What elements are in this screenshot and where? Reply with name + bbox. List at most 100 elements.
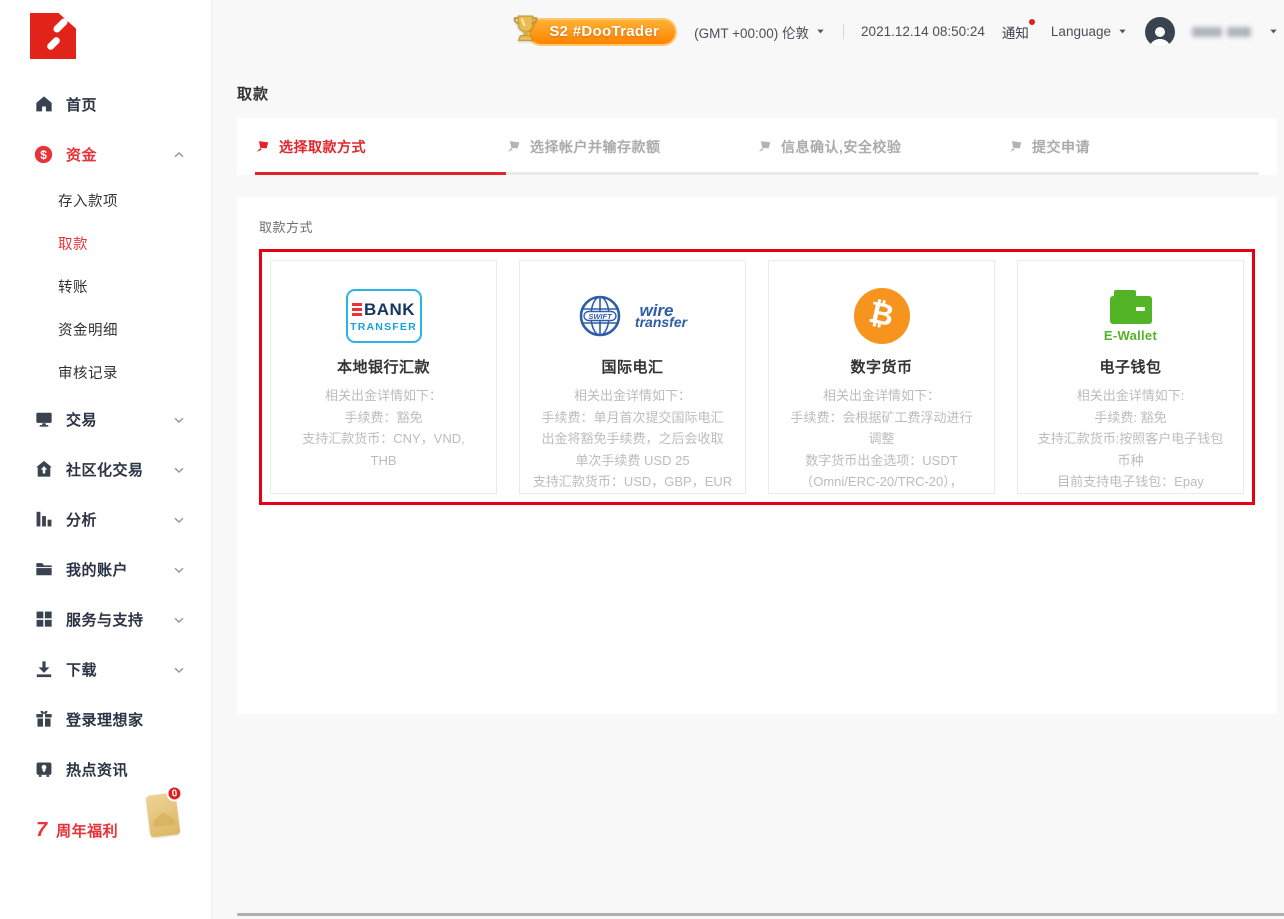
services-icon [34, 610, 53, 629]
sidebar-item-label: 服务与支持 [66, 609, 173, 630]
trade-icon [34, 410, 53, 429]
step-flag-icon [506, 139, 521, 154]
withdrawal-step-4[interactable]: 提交申请 [1008, 118, 1259, 175]
horizontal-scrollbar[interactable] [237, 913, 1284, 916]
timezone-selector[interactable]: (GMT +00:00) 伦敦 [694, 22, 826, 42]
download-icon [34, 660, 53, 679]
sidebar-item-label: 分析 [66, 509, 173, 530]
user-menu-chevron-icon[interactable] [1268, 26, 1279, 37]
sidebar: 首页 $ 资金存入款项取款转账资金明细审核记录交易社区化交易分析我的账户服务与支持下… [0, 0, 212, 919]
highlight-annotation-box: BANK TRANSFER本地银行汇款相关出金详情如下：手续费：豁免支持汇款货币… [259, 249, 1255, 505]
method-logo-area: BANK TRANSFER [271, 277, 496, 355]
transfer-logo-text: TRANSFER [350, 321, 417, 333]
step-flag-icon [255, 139, 270, 154]
sidebar-item-ideal-home-login[interactable]: 登录理想家 [0, 694, 211, 744]
swift-globe-icon: SWIFT [578, 294, 622, 338]
chevron-down-icon [815, 26, 826, 37]
steps-panel: 选择取款方式 选择帐户并输存款额信息确认,安全校验 提交申请 [237, 118, 1277, 175]
method-logo-area: ₿ [769, 277, 994, 355]
sidebar-item-funds[interactable]: $ 资金 [0, 129, 211, 179]
trophy-icon [512, 14, 539, 50]
method-card-local-bank-transfer[interactable]: BANK TRANSFER本地银行汇款相关出金详情如下：手续费：豁免支持汇款货币… [270, 260, 497, 494]
news-icon [34, 760, 53, 779]
bank-bars-icon [352, 303, 362, 316]
sidebar-subitem-label: 取款 [58, 233, 88, 254]
anniversary-label: 周年福利 [56, 820, 118, 841]
methods-panel: 取款方式 BANK TRANSFER本地银行汇款相关出金详情如下：手续费：豁免支… [237, 197, 1277, 714]
chevron-down-icon [173, 663, 185, 675]
red-packet-icon: 0 [146, 792, 181, 837]
home-icon [34, 95, 53, 114]
community-icon [34, 460, 53, 479]
wire-transfer-logo: SWIFT wiretransfer [578, 294, 687, 338]
withdrawal-step-1[interactable]: 选择取款方式 [255, 118, 506, 175]
sidebar-item-label: 资金 [66, 144, 173, 165]
language-selector[interactable]: Language [1051, 24, 1128, 39]
sidebar-item-community-trade[interactable]: 社区化交易 [0, 444, 211, 494]
sidebar-subitem-transfer[interactable]: 转账 [0, 265, 211, 308]
sidebar-subitem-label: 转账 [58, 276, 88, 297]
method-detail-line: 数字货币出金选项：USDT [775, 450, 988, 472]
brand-logo-icon[interactable] [30, 13, 76, 59]
sidebar-item-services-support[interactable]: 服务与支持 [0, 594, 211, 644]
sidebar-item-label: 社区化交易 [66, 459, 173, 480]
step-flag-icon [1008, 139, 1023, 154]
main-area: S2 #DooTrader (GMT +00:00) 伦敦 2021.12.14… [212, 0, 1284, 919]
method-detail-line: 支持汇款货币:按照客户电子钱包 [1024, 428, 1237, 450]
withdrawal-step-2[interactable]: 选择帐户并输存款额 [506, 118, 757, 175]
sidebar-subitem-audit-records[interactable]: 审核记录 [0, 351, 211, 394]
step-label: 提交申请 [1032, 137, 1090, 157]
method-details: 相关出金详情如下：手续费：豁免支持汇款货币：CNY，VND,THB [271, 381, 496, 471]
method-card-international-wire[interactable]: SWIFT wiretransfer国际电汇相关出金详情如下：手续费：单月首次提… [519, 260, 746, 494]
method-detail-line: 币种 [1024, 450, 1237, 472]
sidebar-subitem-label: 存入款项 [58, 190, 118, 211]
method-detail-line: 单次手续费 USD 25 [526, 450, 739, 472]
top-header: S2 #DooTrader (GMT +00:00) 伦敦 2021.12.14… [212, 0, 1284, 63]
sidebar-item-label: 登录理想家 [66, 709, 185, 730]
ewallet-logo-text: E-Wallet [1104, 328, 1157, 343]
chevron-down-icon [1117, 26, 1128, 37]
method-card-e-wallet[interactable]: E-Wallet电子钱包相关出金详情如下:手续费: 豁免支持汇款货币:按照客户电… [1017, 260, 1244, 494]
sidebar-subitem-withdrawal[interactable]: 取款 [0, 222, 211, 265]
step-label: 选择取款方式 [279, 137, 366, 157]
user-name-redacted [1192, 27, 1251, 37]
bank-logo-text: BANK [364, 300, 415, 320]
content-area: 取款 选择取款方式选择帐户并输存款额信息确认,安全校验提交申请 取款方式 BAN… [212, 83, 1284, 714]
sidebar-subitem-funds-history[interactable]: 资金明细 [0, 308, 211, 351]
avatar[interactable] [1145, 17, 1175, 47]
header-divider [843, 24, 844, 39]
notifications-button[interactable]: 通知 [1002, 22, 1034, 42]
sidebar-item-label: 首页 [66, 94, 185, 115]
sidebar-item-trade[interactable]: 交易 [0, 394, 211, 444]
method-detail-line: 手续费：单月首次提交国际电汇 [526, 407, 739, 429]
method-detail-line: 调整 [775, 428, 988, 450]
method-detail-line: 支持汇款货币：USD，GBP，EUR [526, 471, 739, 493]
bank-transfer-logo: BANK TRANSFER [346, 289, 422, 343]
method-detail-line: 目前支持电子钱包：Epay [1024, 471, 1237, 493]
svg-text:$: $ [40, 147, 47, 161]
language-label: Language [1051, 24, 1111, 39]
sidebar-subitem-label: 资金明细 [58, 319, 118, 340]
ewallet-icon [1110, 290, 1152, 324]
notifications-label: 通知 [1002, 26, 1029, 41]
sidebar-item-anniversary-benefits[interactable]: 7 周年福利 0 [36, 808, 211, 852]
sidebar-subitem-deposit[interactable]: 存入款项 [0, 179, 211, 222]
method-detail-line: （Omni/ERC-20/TRC-20）， [775, 471, 988, 493]
sidebar-item-home[interactable]: 首页 [0, 79, 211, 129]
method-card-digital-currency[interactable]: ₿数字货币相关出金详情如下：手续费：会根据矿工费浮动进行调整数字货币出金选项：U… [768, 260, 995, 494]
anniversary-number: 7 [36, 819, 47, 842]
method-detail-line: 相关出金详情如下： [775, 385, 988, 407]
withdrawal-step-3[interactable]: 信息确认,安全校验 [757, 118, 1008, 175]
sidebar-item-label: 我的账户 [66, 559, 173, 580]
method-detail-line: 相关出金详情如下: [1024, 385, 1237, 407]
sidebar-item-download[interactable]: 下载 [0, 644, 211, 694]
sidebar-item-label: 热点资讯 [66, 759, 185, 780]
sidebar-item-label: 下载 [66, 659, 173, 680]
season-badge[interactable]: S2 #DooTrader [512, 14, 677, 50]
method-details: 相关出金详情如下：手续费：会根据矿工费浮动进行调整数字货币出金选项：USDT（O… [769, 381, 994, 493]
sidebar-item-my-account[interactable]: 我的账户 [0, 544, 211, 594]
chevron-down-icon [173, 413, 185, 425]
sidebar-item-analysis[interactable]: 分析 [0, 494, 211, 544]
chevron-down-icon [173, 563, 185, 575]
accounts-icon [34, 560, 53, 579]
